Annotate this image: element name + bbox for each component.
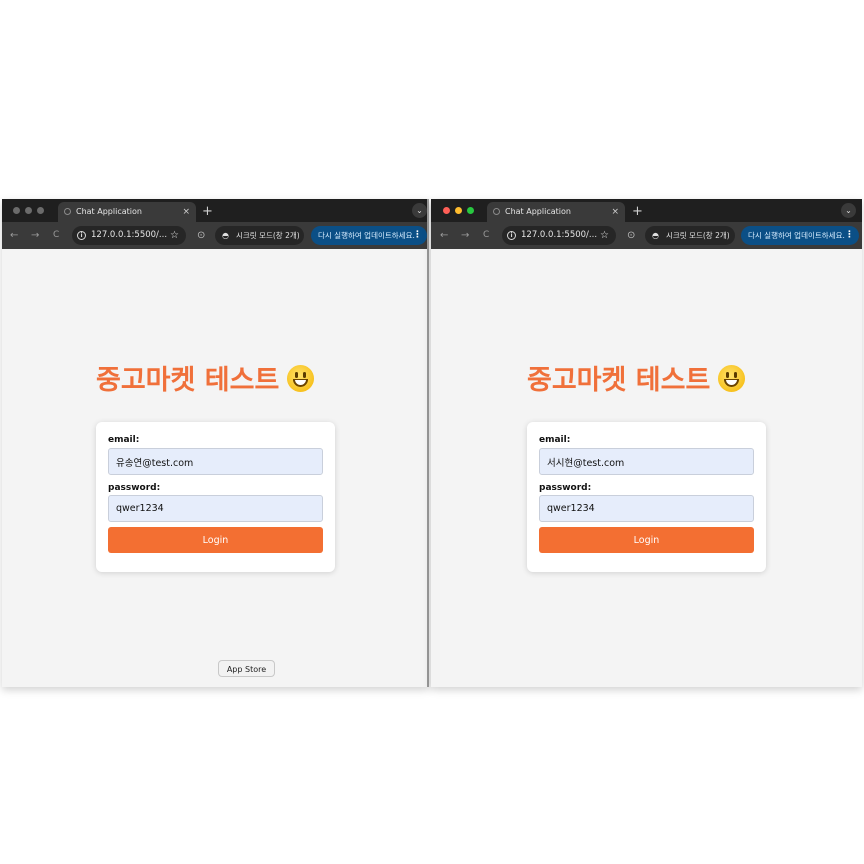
minimize-window-button[interactable] (25, 207, 32, 214)
address-bar[interactable]: i 127.0.0.1:5500/... ☆ (502, 226, 616, 245)
zoom-window-button[interactable] (467, 207, 474, 214)
extension-icon[interactable]: ⊙ (197, 222, 205, 249)
forward-button[interactable]: → (461, 222, 469, 249)
tab-search-button[interactable]: ⌄ (412, 203, 427, 218)
incognito-label: 시크릿 모드(창 2개) (666, 231, 730, 240)
browser-toolbar: ← → C i 127.0.0.1:5500/... ☆ ⊙ ◓ 시크릿 모드(… (2, 222, 427, 249)
close-tab-icon[interactable]: × (182, 202, 190, 222)
email-label: email: (539, 435, 571, 445)
browser-toolbar: ← → C i 127.0.0.1:5500/... ☆ ⊙ ◓ 시크릿 모드(… (431, 222, 862, 249)
forward-button[interactable]: → (31, 222, 39, 249)
incognito-icon: ◓ (652, 231, 659, 240)
login-button[interactable]: Login (539, 527, 754, 553)
address-bar[interactable]: i 127.0.0.1:5500/... ☆ (72, 226, 186, 245)
page-title-text: 중고마켓 테스트 (96, 365, 280, 396)
password-field[interactable] (539, 495, 754, 522)
update-button[interactable]: 다시 실행하여 업데이트하세요. ⋮ (741, 226, 859, 245)
tab-bar: Chat Application × + ⌄ (431, 199, 862, 222)
page-title: 중고마켓 테스트 (96, 358, 315, 397)
password-label: password: (539, 483, 592, 493)
zoom-window-button[interactable] (37, 207, 44, 214)
tab-chat-application[interactable]: Chat Application × (58, 202, 196, 222)
back-button[interactable]: ← (440, 222, 448, 249)
reload-button[interactable]: C (53, 222, 59, 249)
site-info-icon[interactable]: i (77, 231, 86, 240)
grinning-face-icon (718, 365, 746, 392)
email-field[interactable] (108, 448, 323, 475)
incognito-indicator[interactable]: ◓ 시크릿 모드(창 2개) (215, 226, 304, 245)
page-title: 중고마켓 테스트 (527, 358, 746, 397)
close-window-button[interactable] (443, 207, 450, 214)
new-tab-button[interactable]: + (632, 202, 643, 222)
tab-search-button[interactable]: ⌄ (841, 203, 856, 218)
close-window-button[interactable] (13, 207, 20, 214)
update-label: 다시 실행하여 업데이트하세요. (748, 231, 845, 240)
incognito-indicator[interactable]: ◓ 시크릿 모드(창 2개) (645, 226, 735, 245)
login-button[interactable]: Login (108, 527, 323, 553)
new-tab-button[interactable]: + (202, 202, 213, 222)
email-field[interactable] (539, 448, 754, 475)
globe-icon (64, 208, 71, 215)
back-button[interactable]: ← (10, 222, 18, 249)
reload-button[interactable]: C (483, 222, 489, 249)
tab-title: Chat Application (505, 207, 571, 216)
incognito-icon: ◓ (222, 231, 229, 240)
update-button[interactable]: 다시 실행하여 업데이트하세요. ⋮ (311, 226, 427, 245)
bookmark-star-icon[interactable]: ☆ (600, 226, 609, 245)
globe-icon (493, 208, 500, 215)
url-text: 127.0.0.1:5500/... (521, 230, 598, 240)
site-info-icon[interactable]: i (507, 231, 516, 240)
more-menu-icon[interactable]: ⋮ (413, 226, 422, 245)
extension-icon[interactable]: ⊙ (627, 222, 635, 249)
password-field[interactable] (108, 495, 323, 522)
page-title-text: 중고마켓 테스트 (527, 365, 711, 396)
bookmark-star-icon[interactable]: ☆ (170, 226, 179, 245)
url-text: 127.0.0.1:5500/... (91, 230, 168, 240)
dock-tooltip: App Store (218, 660, 275, 677)
login-form: email: password: Login (527, 422, 766, 572)
email-label: email: (108, 435, 140, 445)
update-label: 다시 실행하여 업데이트하세요. (318, 231, 415, 240)
tab-chat-application[interactable]: Chat Application × (487, 202, 625, 222)
grinning-face-icon (287, 365, 315, 392)
tab-bar: Chat Application × + ⌄ (2, 199, 427, 222)
more-menu-icon[interactable]: ⋮ (845, 226, 854, 245)
minimize-window-button[interactable] (455, 207, 462, 214)
password-label: password: (108, 483, 161, 493)
login-form: email: password: Login (96, 422, 335, 572)
incognito-label: 시크릿 모드(창 2개) (236, 231, 300, 240)
close-tab-icon[interactable]: × (611, 202, 619, 222)
tab-title: Chat Application (76, 207, 142, 216)
